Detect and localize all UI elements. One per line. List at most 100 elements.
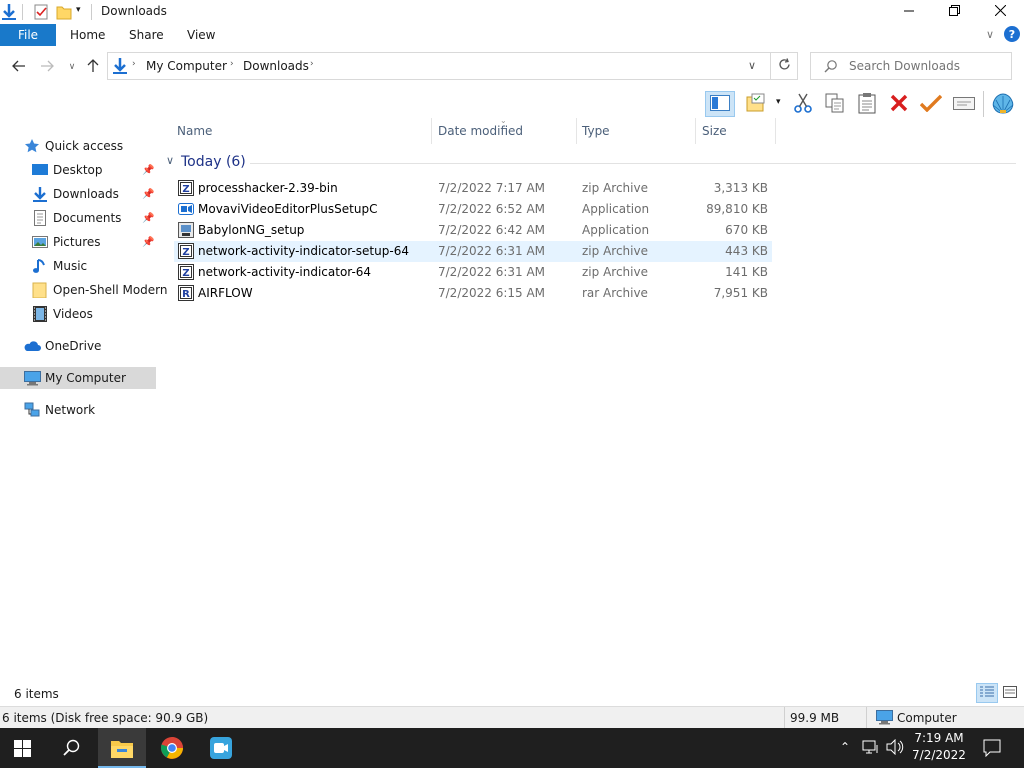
preview-pane-icon: [710, 94, 730, 114]
recent-locations-chevron-icon[interactable]: ∨: [63, 58, 81, 76]
nav-label: OneDrive: [45, 339, 102, 353]
nav-onedrive[interactable]: OneDrive: [0, 335, 156, 357]
refresh-button[interactable]: [771, 52, 798, 80]
pin-icon[interactable]: 📌: [142, 237, 154, 248]
file-row[interactable]: Z processhacker-2.39-bin 7/2/2022 7:17 A…: [174, 178, 772, 199]
chrome-icon[interactable]: [160, 736, 184, 763]
folder-icon: [32, 282, 48, 299]
column-divider[interactable]: [431, 118, 432, 144]
file-size: 443 KB: [725, 244, 768, 258]
address-bar[interactable]: › My Computer › Downloads › ∨: [107, 52, 771, 80]
expand-ribbon-chevron-icon[interactable]: ∨: [986, 28, 994, 41]
clock-time[interactable]: 7:19 AM: [908, 731, 970, 745]
star-icon: [24, 138, 40, 154]
rename-button[interactable]: [918, 91, 944, 117]
help-icon[interactable]: ?: [1004, 26, 1020, 42]
column-header-type[interactable]: Type: [582, 118, 692, 144]
video-editor-taskbar-icon[interactable]: [209, 736, 233, 763]
breadcrumb-my-computer[interactable]: My Computer: [146, 59, 227, 73]
nav-music[interactable]: Music: [0, 255, 156, 277]
nav-open-shell-modern[interactable]: Open-Shell Modern: [0, 279, 168, 301]
file-name: AIRFLOW: [198, 286, 253, 300]
status-size: 99.9 MB: [790, 711, 840, 725]
close-button[interactable]: [977, 0, 1023, 24]
nav-my-computer[interactable]: My Computer: [0, 367, 156, 389]
nav-downloads[interactable]: Downloads 📌: [0, 183, 156, 205]
nav-quick-access[interactable]: Quick access: [0, 135, 156, 157]
back-button[interactable]: [10, 58, 28, 76]
forward-button[interactable]: [38, 58, 56, 76]
file-row[interactable]: Z network-activity-indicator-setup-64 7/…: [174, 241, 772, 262]
network-status-icon[interactable]: [862, 739, 880, 758]
details-view-button[interactable]: [976, 683, 998, 703]
search-icon[interactable]: [63, 739, 81, 760]
window-title: Downloads: [101, 4, 167, 18]
column-divider[interactable]: [695, 118, 696, 144]
svg-text:Z: Z: [182, 268, 189, 279]
cut-button[interactable]: [790, 91, 816, 117]
notification-center-icon[interactable]: [983, 739, 1001, 760]
collapse-chevron-icon: ∨: [166, 154, 175, 167]
preview-pane-button[interactable]: [705, 91, 735, 117]
windows-start-icon[interactable]: [14, 740, 31, 760]
nav-videos[interactable]: Videos: [0, 303, 156, 325]
restore-button[interactable]: [931, 0, 977, 24]
breadcrumb-chevron-icon[interactable]: ›: [230, 59, 234, 69]
search-input[interactable]: [849, 57, 1004, 75]
ribbon-tab-share[interactable]: Share: [129, 24, 164, 46]
pin-icon[interactable]: 📌: [142, 213, 154, 224]
delete-button[interactable]: [886, 91, 912, 117]
paste-button[interactable]: [854, 91, 880, 117]
nav-desktop[interactable]: Desktop 📌: [0, 159, 156, 181]
nav-pictures[interactable]: Pictures 📌: [0, 231, 156, 253]
clock-date[interactable]: 7/2/2022: [908, 748, 970, 762]
column-divider[interactable]: [576, 118, 577, 144]
properties-icon[interactable]: [32, 3, 50, 21]
file-size: 141 KB: [725, 265, 768, 279]
title-bar: ▾ Downloads: [0, 0, 1024, 24]
ribbon-tab-home[interactable]: Home: [70, 24, 105, 46]
pin-icon[interactable]: 📌: [142, 189, 154, 200]
taskbar-file-explorer[interactable]: [98, 728, 146, 768]
new-folder-icon[interactable]: [55, 3, 73, 21]
layout-button[interactable]: [744, 91, 770, 117]
pin-icon[interactable]: 📌: [142, 165, 154, 176]
ribbon-tab-file[interactable]: File: [0, 24, 56, 46]
download-arrow-icon: [32, 186, 48, 202]
column-divider[interactable]: [775, 118, 776, 144]
forward-arrow-icon: [40, 60, 54, 75]
customize-quick-access-chevron-icon[interactable]: ▾: [76, 5, 81, 15]
breadcrumb-downloads[interactable]: Downloads: [243, 59, 309, 73]
file-row[interactable]: R AIRFLOW 7/2/2022 6:15 AM rar Archive 7…: [174, 283, 772, 304]
clipboard-icon: [857, 92, 877, 117]
column-header-name[interactable]: Name: [177, 118, 427, 144]
volume-icon[interactable]: [886, 738, 904, 758]
file-date: 7/2/2022 7:17 AM: [438, 181, 546, 195]
layout-dropdown-chevron-icon[interactable]: ▾: [776, 97, 781, 107]
file-row[interactable]: Z network-activity-indicator-64 7/2/2022…: [174, 262, 772, 283]
open-shell-button[interactable]: [990, 91, 1016, 117]
column-header-size[interactable]: Size: [702, 118, 772, 144]
up-button[interactable]: [84, 58, 102, 76]
address-history-chevron-icon[interactable]: ∨: [748, 59, 756, 72]
minimize-button[interactable]: [886, 0, 932, 24]
zip-archive-icon: Z: [178, 180, 194, 196]
show-hidden-icons-chevron-icon[interactable]: ⌃: [840, 740, 850, 754]
large-icons-view-button[interactable]: [1000, 683, 1020, 703]
search-box[interactable]: [810, 52, 1012, 80]
file-name: MovaviVideoEditorPlusSetupC: [198, 202, 378, 216]
breadcrumb-chevron-icon[interactable]: ›: [132, 59, 136, 69]
file-type: zip Archive: [582, 265, 648, 279]
group-header-today[interactable]: ∨ Today (6): [164, 154, 1016, 172]
file-row[interactable]: BabylonNG_setup 7/2/2022 6:42 AM Applica…: [174, 220, 772, 241]
group-label: Today (6): [181, 154, 246, 170]
file-row[interactable]: MovaviVideoEditorPlusSetupC 7/2/2022 6:5…: [174, 199, 772, 220]
ribbon-tab-view[interactable]: View: [187, 24, 215, 46]
nav-documents[interactable]: Documents 📌: [0, 207, 156, 229]
restore-icon: [948, 5, 960, 19]
nav-network[interactable]: Network: [0, 399, 156, 421]
copy-button[interactable]: [822, 91, 848, 117]
properties-button[interactable]: [951, 91, 977, 117]
download-arrow-icon[interactable]: [0, 3, 18, 21]
breadcrumb-chevron-icon[interactable]: ›: [310, 59, 314, 69]
